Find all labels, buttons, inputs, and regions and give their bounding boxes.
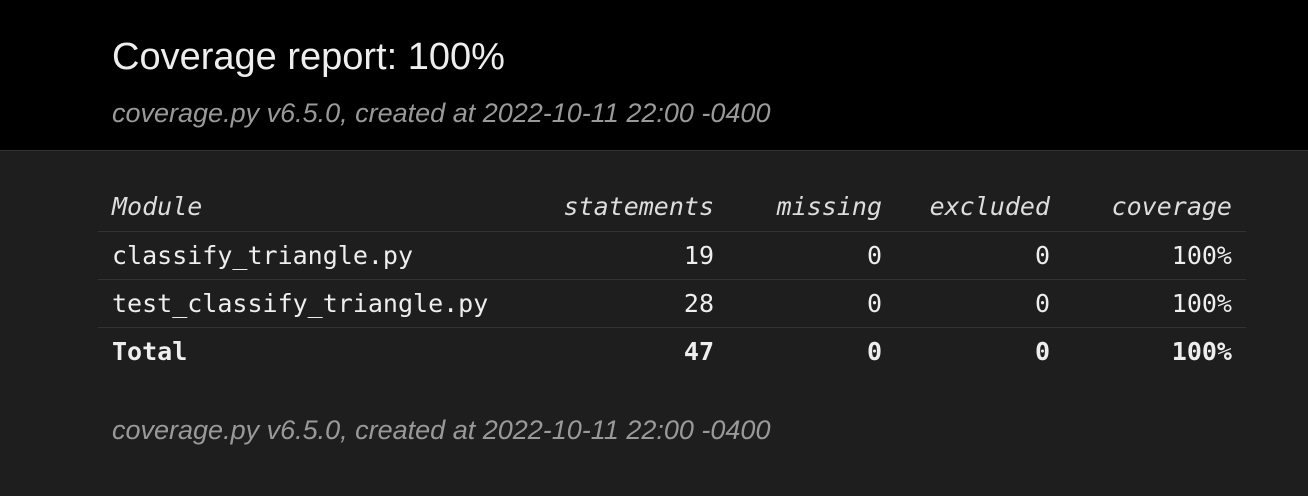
- table-header: Module statements missing excluded cover…: [98, 183, 1246, 232]
- created-info: coverage.py v6.5.0, created at 2022-10-1…: [112, 98, 771, 128]
- total-label: Total: [112, 336, 188, 366]
- total-coverage: 100%: [1171, 336, 1232, 366]
- report-header: Coverage report: 100% coverage.py v6.5.0…: [0, 0, 1308, 151]
- page-title: Coverage report: 100%: [112, 36, 505, 78]
- report-content: Module statements missing excluded cover…: [0, 151, 1308, 496]
- column-header-statements[interactable]: statements: [548, 183, 728, 232]
- total-row: Total 47 0 0 100%: [98, 327, 1246, 375]
- excluded-cell: 0: [896, 231, 1064, 280]
- table-body: classify_triangle.py 19 0 0 100% test_cl…: [98, 231, 1246, 328]
- total-statements: 47: [683, 336, 714, 366]
- table-footer: Total 47 0 0 100%: [98, 327, 1246, 375]
- column-header-excluded[interactable]: excluded: [896, 183, 1064, 232]
- module-link[interactable]: test_classify_triangle.py: [98, 279, 548, 328]
- statements-cell: 28: [548, 279, 728, 328]
- excluded-cell: 0: [896, 279, 1064, 328]
- missing-cell: 0: [728, 279, 896, 328]
- module-link[interactable]: classify_triangle.py: [98, 231, 548, 280]
- column-header-module[interactable]: Module: [98, 183, 548, 232]
- coverage-cell: 100%: [1064, 279, 1246, 328]
- statements-cell: 19: [548, 231, 728, 280]
- coverage-cell: 100%: [1064, 231, 1246, 280]
- table-row: test_classify_triangle.py 28 0 0 100%: [98, 279, 1246, 328]
- total-excluded: 0: [1034, 336, 1050, 366]
- column-header-missing[interactable]: missing: [728, 183, 896, 232]
- column-header-coverage[interactable]: coverage: [1064, 183, 1246, 232]
- header-row: Module statements missing excluded cover…: [98, 183, 1246, 232]
- total-missing: 0: [866, 336, 882, 366]
- footer-created-info: coverage.py v6.5.0, created at 2022-10-1…: [112, 415, 771, 445]
- table-row: classify_triangle.py 19 0 0 100%: [98, 231, 1246, 280]
- missing-cell: 0: [728, 231, 896, 280]
- coverage-table: Module statements missing excluded cover…: [98, 183, 1246, 375]
